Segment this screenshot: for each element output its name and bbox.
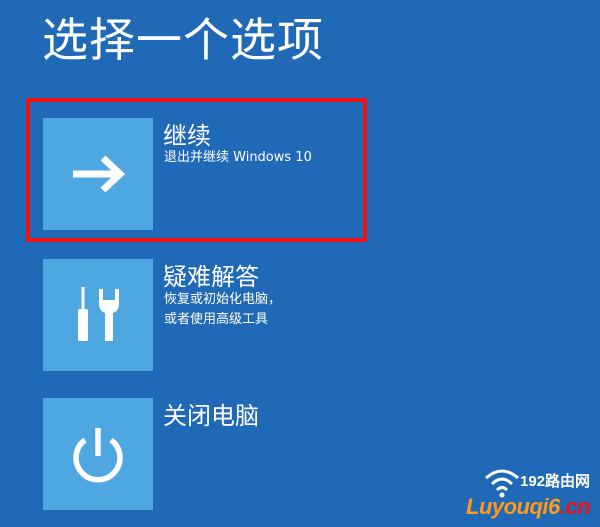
- troubleshoot-option[interactable]: 疑难解答 恢复或初始化电脑， 或者使用高级工具: [43, 259, 543, 371]
- continue-tile[interactable]: [43, 118, 153, 230]
- wifi-icon: [485, 469, 519, 498]
- continue-description: 退出并继续 Windows 10: [164, 150, 312, 165]
- arrow-right-icon: [73, 155, 126, 193]
- troubleshoot-tile[interactable]: [43, 259, 153, 371]
- watermark-top-text: 192路由网: [520, 473, 591, 490]
- watermark-bottom-text: Luyouqi6.cn: [466, 494, 591, 520]
- tools-icon: [78, 287, 119, 341]
- page-title: 选择一个选项: [42, 13, 324, 67]
- watermark-bottom-suffix: .cn: [559, 494, 591, 519]
- power-icon: [73, 428, 123, 483]
- watermark: 192路由网 Luyouqi6.cn: [462, 462, 600, 527]
- shutdown-title: 关闭电脑: [163, 402, 259, 430]
- watermark-bottom-main: Luyouqi6: [466, 494, 560, 519]
- continue-option[interactable]: 继续 退出并继续 Windows 10: [43, 118, 543, 230]
- shutdown-tile[interactable]: [43, 398, 153, 510]
- troubleshoot-description-line2: 或者使用高级工具: [164, 312, 269, 327]
